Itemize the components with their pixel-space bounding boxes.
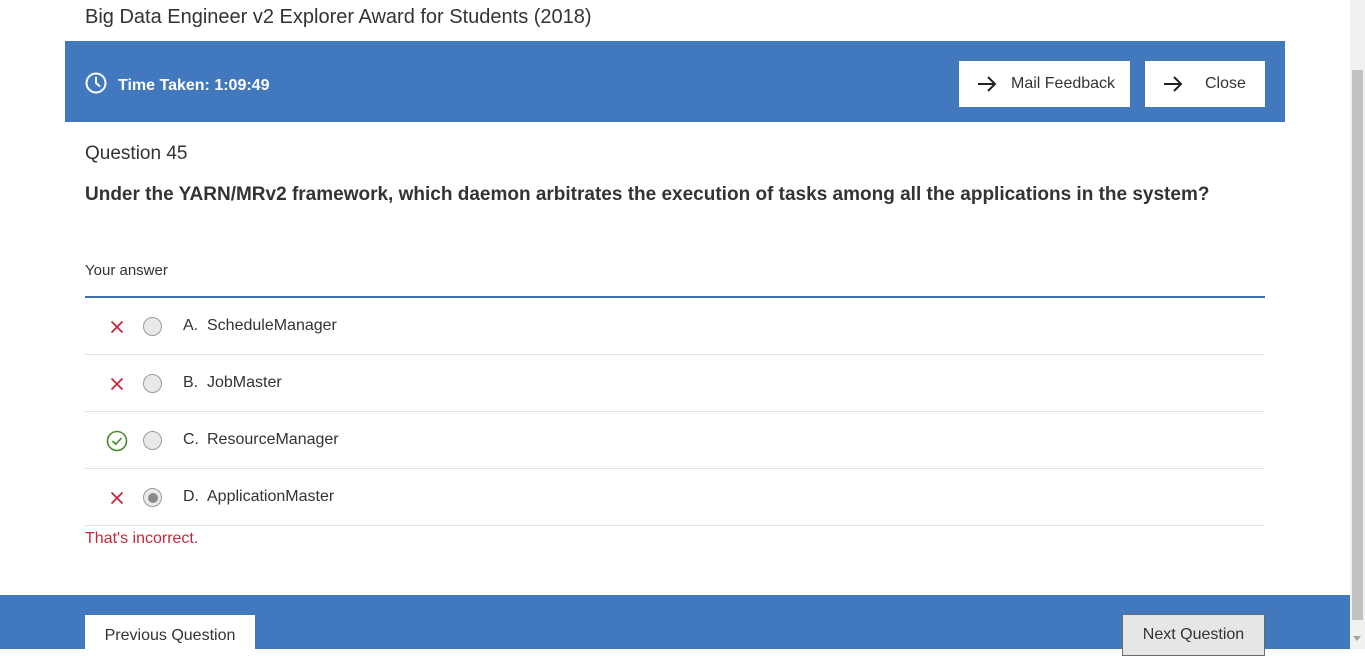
close-button[interactable]: Close	[1145, 61, 1265, 107]
radio-option-a[interactable]	[143, 317, 162, 336]
your-answer-label: Your answer	[85, 262, 168, 279]
check-circle-icon	[106, 430, 128, 452]
feedback-message: That's incorrect.	[85, 530, 199, 547]
arrow-right-icon	[977, 76, 997, 92]
x-mark-icon	[106, 373, 128, 395]
clock-icon	[85, 72, 118, 99]
answer-option-a[interactable]: A. ScheduleManager	[85, 298, 1265, 355]
header-bar: Time Taken: 1:09:49 Mail Feedback Close	[65, 41, 1285, 122]
question-number: Question 45	[85, 143, 188, 164]
page-title: Big Data Engineer v2 Explorer Award for …	[85, 6, 592, 28]
option-letter: A.	[183, 317, 199, 334]
question-text: Under the YARN/MRv2 framework, which dae…	[85, 184, 1210, 205]
radio-option-b[interactable]	[143, 374, 162, 393]
scrollbar[interactable]	[1350, 0, 1365, 649]
option-text: ResourceManager	[207, 431, 339, 448]
timer-label: Time Taken: 1:09:49	[118, 76, 270, 94]
x-mark-icon	[106, 316, 128, 338]
answer-option-b[interactable]: B. JobMaster	[85, 355, 1265, 412]
scroll-down-arrow-icon[interactable]	[1353, 636, 1361, 641]
radio-option-c[interactable]	[143, 431, 162, 450]
arrow-right-icon	[1163, 76, 1183, 92]
mail-feedback-label: Mail Feedback	[1011, 75, 1116, 92]
option-text: JobMaster	[207, 374, 282, 391]
option-letter: B.	[183, 374, 199, 391]
mail-feedback-button[interactable]: Mail Feedback	[959, 61, 1130, 107]
timer: Time Taken: 1:09:49	[85, 72, 269, 99]
radio-option-d[interactable]	[143, 488, 162, 507]
x-mark-icon	[106, 487, 128, 509]
scrollbar-thumb[interactable]	[1352, 70, 1363, 620]
answer-options: A. ScheduleManager B. JobMaster C. Resou…	[85, 298, 1265, 526]
close-label: Close	[1205, 75, 1246, 92]
answer-option-d[interactable]: D. ApplicationMaster	[85, 469, 1265, 526]
answer-option-c[interactable]: C. ResourceManager	[85, 412, 1265, 469]
option-letter: C.	[183, 431, 199, 448]
previous-question-button[interactable]: Previous Question	[85, 615, 255, 655]
option-letter: D.	[183, 488, 199, 505]
option-text: ApplicationMaster	[207, 488, 335, 505]
next-question-button[interactable]: Next Question	[1122, 614, 1265, 656]
option-text: ScheduleManager	[207, 317, 337, 334]
footer-bar: Previous Question Next Question	[0, 595, 1350, 656]
